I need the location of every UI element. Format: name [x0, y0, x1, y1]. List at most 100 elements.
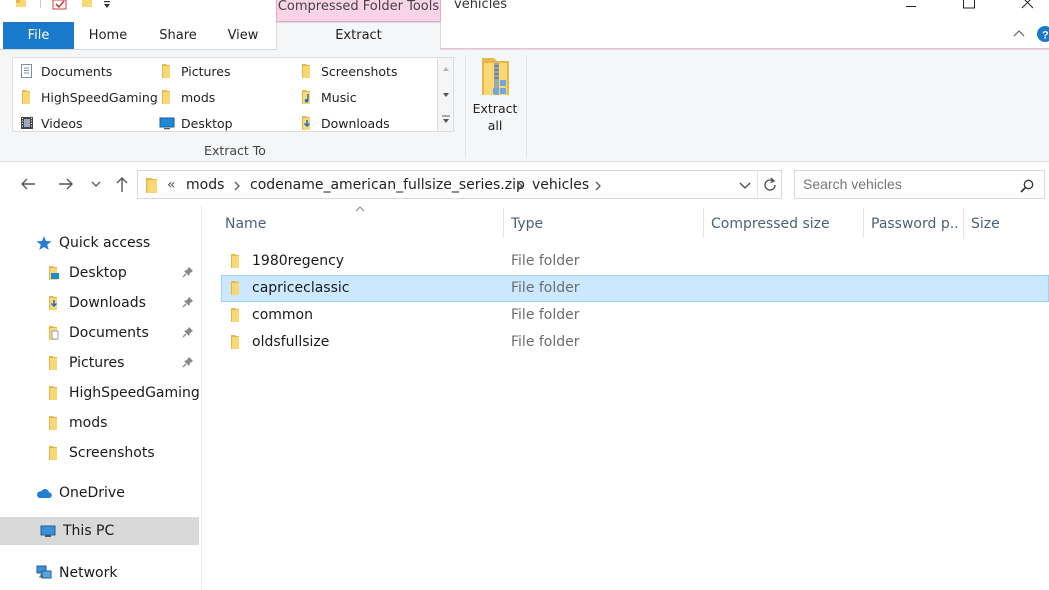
tab-extract[interactable]: Extract: [276, 22, 441, 50]
file-row-common[interactable]: common File folder: [221, 302, 1049, 329]
nav-quick-desktop[interactable]: Desktop: [0, 259, 199, 287]
breadcrumb-chevron-icon[interactable]: [233, 180, 241, 192]
minimize-icon[interactable]: [904, 0, 918, 8]
refresh-icon[interactable]: [761, 176, 779, 194]
back-arrow-icon[interactable]: [19, 175, 37, 193]
nav-quick-documents[interactable]: Documents: [0, 319, 199, 347]
column-divider[interactable]: [963, 208, 964, 238]
extract-all-button[interactable]: Extract all: [470, 54, 520, 136]
folder-icon: [46, 385, 62, 401]
address-history-chevron-icon[interactable]: [738, 180, 752, 192]
divider: [757, 171, 758, 198]
extract-to-music[interactable]: Music: [299, 87, 357, 107]
file-name: 1980regency: [252, 253, 345, 269]
folder-icon: [299, 63, 315, 79]
divider: [40, 0, 41, 8]
up-arrow-icon[interactable]: [113, 175, 131, 193]
contextual-tab-group: Compressed Folder Tools: [276, 0, 441, 22]
nav-this-pc[interactable]: This PC: [0, 517, 199, 545]
breadcrumb-chevron-icon[interactable]: [516, 180, 524, 192]
pin-icon[interactable]: [182, 296, 194, 310]
close-icon[interactable]: [1020, 0, 1034, 9]
address-bar[interactable]: « mods codename_american_fullsize_series…: [137, 170, 782, 199]
tab-home[interactable]: Home: [80, 22, 136, 49]
breadcrumb-mods[interactable]: mods: [186, 177, 224, 193]
nav-quick-access[interactable]: Quick access: [0, 229, 199, 257]
customize-quick-access-icon[interactable]: [102, 0, 112, 9]
pin-icon[interactable]: [182, 356, 194, 370]
ribbon-separator: [465, 55, 466, 157]
tab-file[interactable]: File: [3, 22, 74, 49]
column-name[interactable]: Name: [225, 211, 495, 239]
extract-to-screenshots[interactable]: Screenshots: [299, 61, 397, 81]
file-type: File folder: [511, 253, 580, 269]
file-row-capriceclassic[interactable]: capriceclassic File folder: [221, 275, 1049, 302]
extract-to-mods[interactable]: mods: [159, 87, 215, 107]
column-type[interactable]: Type: [511, 211, 696, 239]
file-row-oldsfullsize[interactable]: oldsfullsize File folder: [221, 329, 1049, 356]
extract-to-group-label: Extract To: [204, 143, 266, 158]
nav-onedrive[interactable]: OneDrive: [0, 479, 199, 507]
desktop-folder-icon: [46, 265, 59, 281]
pin-icon[interactable]: [182, 266, 194, 280]
extract-to-videos[interactable]: Videos: [19, 113, 83, 133]
properties-checkmark-icon[interactable]: [52, 0, 68, 10]
help-icon[interactable]: ?: [1036, 26, 1049, 42]
folder-icon: [228, 253, 244, 269]
computer-icon: [40, 525, 56, 537]
window-title: vehicles: [454, 0, 508, 12]
nav-quick-screenshots[interactable]: Screenshots: [0, 439, 199, 467]
column-password-protected[interactable]: Password p...: [871, 211, 959, 239]
extract-to-gallery: Documents Pictures Screenshots HighSpeed…: [12, 57, 438, 132]
nav-quick-highspeedgaming[interactable]: HighSpeedGaming: [0, 379, 200, 407]
nav-network[interactable]: Network: [0, 559, 199, 587]
column-divider[interactable]: [703, 208, 704, 238]
folder-icon: [46, 415, 62, 431]
pin-icon[interactable]: [182, 326, 194, 340]
breadcrumb-vehicles[interactable]: vehicles: [532, 177, 589, 193]
folder-icon: [228, 280, 244, 296]
file-row-1980regency[interactable]: 1980regency File folder: [221, 248, 1049, 275]
extract-all-label-line2: all: [487, 118, 503, 133]
new-folder-icon[interactable]: [80, 0, 94, 8]
extract-to-downloads[interactable]: Downloads: [299, 113, 390, 133]
collapse-ribbon-icon[interactable]: [1012, 28, 1026, 38]
column-divider[interactable]: [863, 208, 864, 238]
nav-quick-downloads[interactable]: Downloads: [0, 289, 199, 317]
column-compressed-size[interactable]: Compressed size: [711, 211, 856, 239]
breadcrumb-overflow[interactable]: «: [167, 177, 176, 193]
nav-quick-pictures[interactable]: Pictures: [0, 349, 199, 377]
breadcrumb-zip[interactable]: codename_american_fullsize_series.zip: [250, 177, 525, 193]
ribbon-separator: [526, 55, 527, 157]
extract-to-desktop[interactable]: Desktop: [159, 113, 233, 133]
file-name: oldsfullsize: [252, 334, 330, 350]
search-icon[interactable]: [1019, 178, 1035, 194]
file-name: capriceclassic: [252, 280, 350, 296]
gallery-scrollbar[interactable]: [438, 57, 454, 132]
tab-view[interactable]: View: [216, 22, 270, 49]
search-input[interactable]: [803, 176, 1013, 192]
extract-to-documents[interactable]: Documents: [19, 61, 112, 81]
file-type: File folder: [511, 334, 580, 350]
breadcrumb-chevron-icon[interactable]: [594, 180, 602, 192]
downloads-icon: [46, 295, 58, 311]
folder-icon[interactable]: [14, 0, 28, 8]
folder-icon: [159, 89, 175, 105]
nav-quick-mods[interactable]: mods: [0, 409, 199, 437]
file-type: File folder: [511, 280, 580, 296]
zip-folder-icon: [482, 58, 509, 95]
forward-arrow-icon[interactable]: [57, 175, 75, 193]
column-divider[interactable]: [503, 208, 504, 238]
folder-icon: [19, 89, 35, 105]
extract-to-pictures[interactable]: Pictures: [159, 61, 231, 81]
documents-icon: [46, 325, 59, 341]
file-type: File folder: [511, 307, 580, 323]
context-accent-line: [441, 48, 1049, 49]
downloads-icon: [299, 115, 311, 131]
tab-share[interactable]: Share: [150, 22, 206, 49]
extract-to-highspeedgaming[interactable]: HighSpeedGaming: [19, 87, 158, 107]
column-size[interactable]: Size: [971, 211, 1041, 239]
search-box[interactable]: [794, 170, 1045, 199]
maximize-icon[interactable]: [962, 0, 976, 9]
recent-locations-chevron-icon[interactable]: [90, 179, 102, 189]
